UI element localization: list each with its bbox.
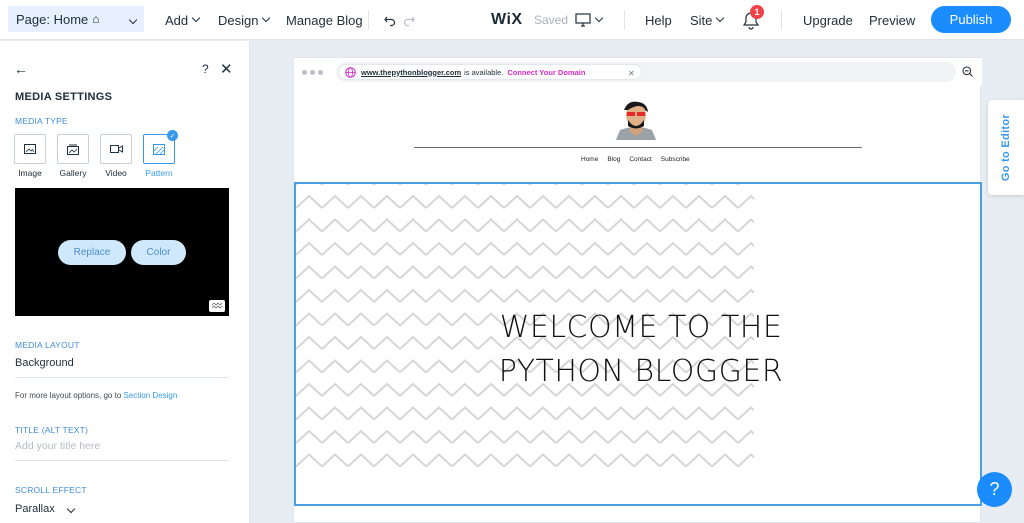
- header-divider: [414, 147, 862, 148]
- help-menu[interactable]: Help: [645, 0, 672, 40]
- chevron-down-icon: [191, 13, 201, 23]
- undo-icon: [384, 16, 396, 27]
- media-type-image[interactable]: [14, 134, 46, 164]
- domain-notice: www.thepythonblogger.com is available. C…: [338, 64, 642, 80]
- site-nav-contact[interactable]: Contact: [629, 156, 651, 163]
- design-menu-label: Design: [218, 12, 259, 28]
- address-bar: www.thepythonblogger.com is available. C…: [336, 62, 956, 82]
- site-nav-blog[interactable]: Blog: [607, 156, 620, 163]
- media-layout-value[interactable]: Background: [15, 357, 74, 369]
- globe-icon: [345, 67, 356, 78]
- saved-status: Saved: [534, 13, 569, 27]
- page-select[interactable]: Page: Home ⌂: [8, 6, 144, 32]
- publish-button[interactable]: Publish: [931, 6, 1011, 33]
- divider: [15, 460, 229, 461]
- video-icon: [109, 145, 123, 153]
- redo-button[interactable]: [402, 0, 416, 40]
- replace-button[interactable]: Replace: [58, 240, 126, 265]
- divider: [781, 10, 782, 30]
- hero-heading: WELCOME TO THE PYTHON BLOGGER: [456, 306, 826, 394]
- zoom-icon[interactable]: [962, 66, 973, 77]
- domain-name: www.thepythonblogger.com: [361, 67, 462, 77]
- redo-icon: [403, 16, 415, 27]
- divider: [15, 377, 229, 378]
- media-type-video-label: Video: [105, 168, 127, 178]
- blogger-avatar-logo: [616, 101, 656, 140]
- scroll-effect-label: SCROLL EFFECT: [15, 485, 87, 495]
- media-type-video[interactable]: [100, 134, 132, 164]
- selected-strip[interactable]: WELCOME TO THE PYTHON BLOGGER: [294, 182, 982, 506]
- pattern-icon: [153, 143, 165, 155]
- media-type-image-label: Image: [18, 168, 42, 178]
- browser-chrome: www.thepythonblogger.com is available. C…: [294, 58, 982, 86]
- wix-logo: WiX: [491, 11, 523, 28]
- pattern-thumbnail-icon: [209, 300, 225, 312]
- media-type-pattern-label: Pattern: [145, 168, 173, 178]
- undo-button[interactable]: [383, 0, 397, 40]
- panel-title: MEDIA SETTINGS: [15, 91, 113, 103]
- media-type-gallery-label: Gallery: [59, 168, 87, 178]
- site-menu-label: Site: [690, 12, 713, 28]
- chevron-down-icon: [125, 11, 138, 26]
- close-icon[interactable]: ✕: [220, 60, 233, 78]
- page-select-label: Page: Home: [16, 11, 89, 27]
- color-button[interactable]: Color: [131, 240, 186, 265]
- add-menu[interactable]: Add: [165, 0, 201, 40]
- media-layout-label: MEDIA LAYOUT: [15, 340, 80, 350]
- layout-hint-text: For more layout options, go to: [15, 391, 122, 400]
- upgrade-button[interactable]: Upgrade: [803, 0, 853, 40]
- go-to-editor-tab[interactable]: Go to Editor: [988, 100, 1024, 195]
- selected-check-icon: ✓: [167, 130, 178, 141]
- back-arrow-icon[interactable]: ←: [14, 61, 28, 77]
- divider: [368, 10, 369, 30]
- go-to-editor-label: Go to Editor: [1000, 113, 1012, 182]
- chevron-down-icon: [716, 13, 725, 23]
- help-button[interactable]: ?: [977, 472, 1012, 507]
- top-bar: Page: Home ⌂ Add Design Manage Blog WiX …: [0, 0, 1024, 40]
- add-menu-label: Add: [165, 12, 189, 28]
- desktop-icon: [575, 13, 591, 27]
- chevron-down-icon: [262, 13, 271, 23]
- home-icon: ⌂: [92, 12, 100, 26]
- title-alt-text-label: TITLE (ALT TEXT): [15, 425, 89, 435]
- scroll-effect-dropdown[interactable]: Parallax: [15, 503, 76, 515]
- availability-text: is available.: [464, 67, 504, 77]
- manage-blog-label: Manage Blog: [286, 12, 363, 28]
- connect-domain-link[interactable]: Connect Your Domain: [507, 68, 585, 77]
- window-dots: [302, 70, 323, 75]
- site-menu[interactable]: Site: [690, 0, 725, 40]
- media-type-gallery[interactable]: [57, 134, 89, 164]
- manage-blog-menu[interactable]: Manage Blog: [286, 0, 363, 40]
- site-nav-subscribe[interactable]: Subscribe: [661, 156, 690, 163]
- image-icon: [24, 144, 36, 154]
- preview-button[interactable]: Preview: [869, 0, 915, 40]
- section-design-link[interactable]: Section Design: [124, 391, 178, 400]
- site-nav: Home Blog Contact Subscribe: [581, 156, 690, 163]
- gallery-icon: [67, 144, 79, 155]
- media-type-label: MEDIA TYPE: [15, 116, 68, 126]
- site-canvas: www.thepythonblogger.com is available. C…: [293, 57, 982, 523]
- title-alt-text-input[interactable]: Add your title here: [15, 440, 100, 452]
- site-nav-home[interactable]: Home: [581, 156, 598, 163]
- chevron-down-icon: [66, 504, 76, 514]
- layout-hint: For more layout options, go to Section D…: [15, 391, 177, 400]
- help-icon[interactable]: ?: [202, 62, 209, 76]
- chevron-down-icon: [594, 13, 604, 23]
- close-icon[interactable]: ✕: [628, 69, 635, 78]
- hero-heading-line2: PYTHON BLOGGER: [498, 354, 784, 389]
- media-preview: Replace Color: [15, 188, 229, 316]
- notification-badge: 1: [750, 5, 764, 19]
- design-menu[interactable]: Design: [218, 0, 271, 40]
- device-toggle[interactable]: [575, 0, 604, 40]
- divider: [624, 10, 625, 30]
- media-settings-panel: ← ? ✕ MEDIA SETTINGS MEDIA TYPE Image Ga…: [0, 41, 250, 523]
- hero-heading-line1: WELCOME TO THE: [499, 310, 783, 345]
- scroll-effect-value: Parallax: [15, 503, 55, 515]
